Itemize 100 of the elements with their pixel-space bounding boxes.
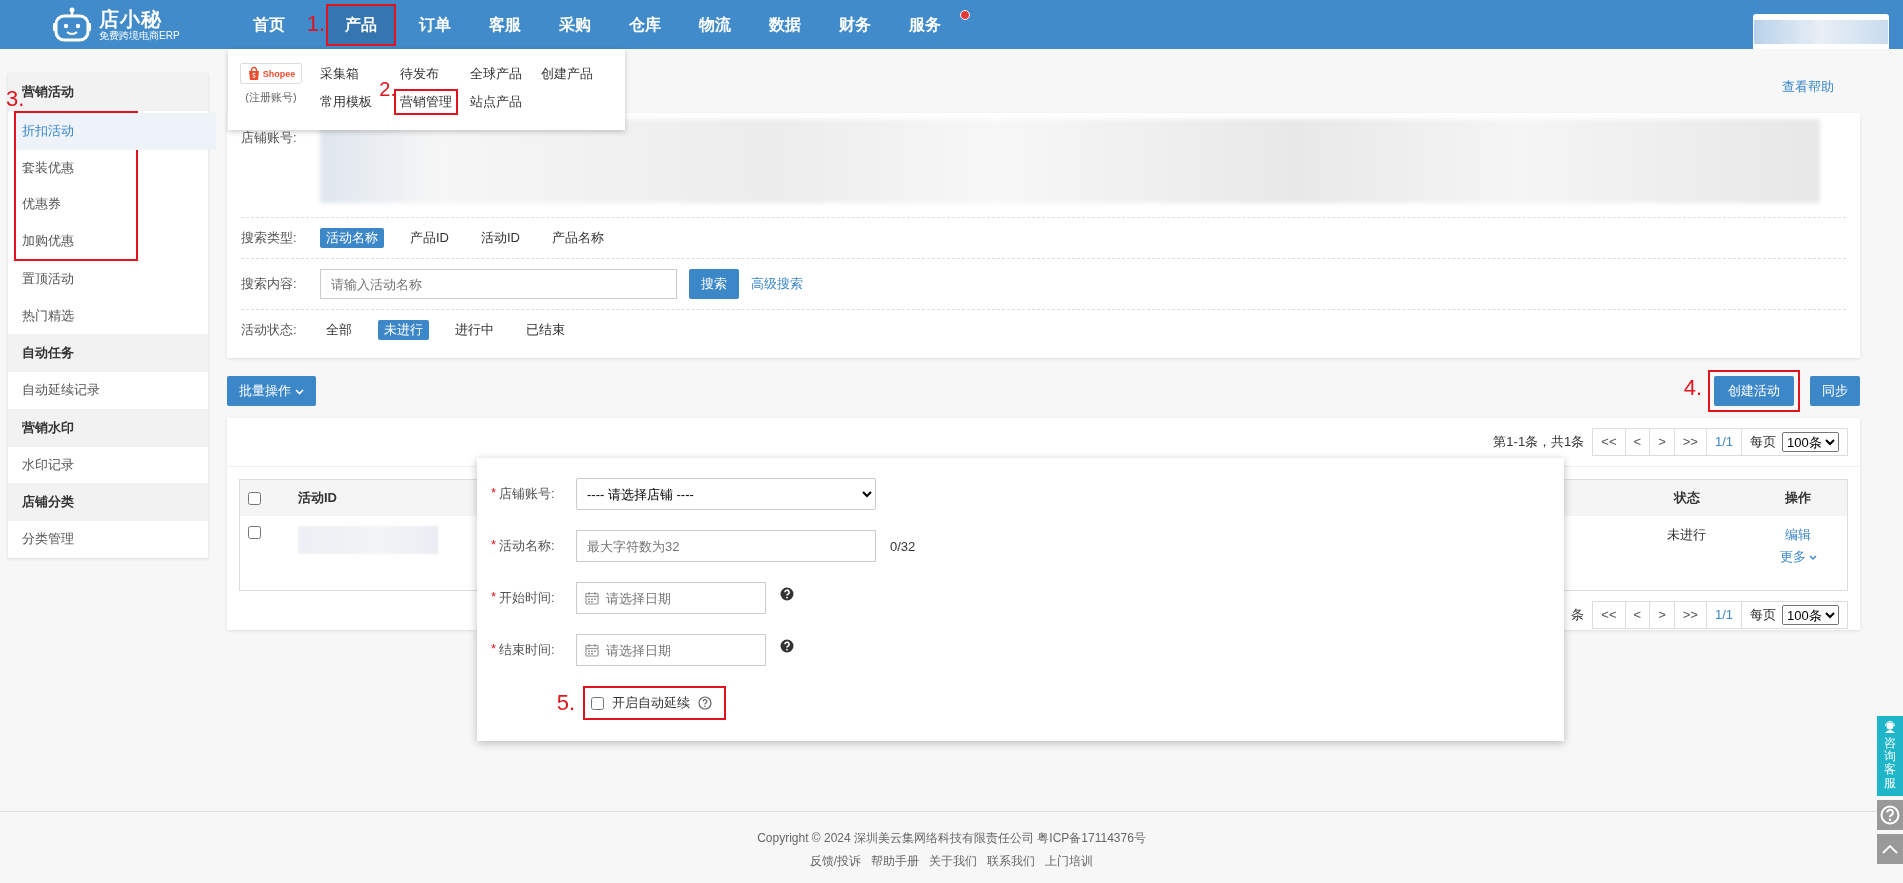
nav-tab[interactable]: 物流	[699, 5, 731, 44]
help-link[interactable]: 查看帮助	[1782, 77, 1834, 103]
page-button[interactable]: <<	[1593, 602, 1626, 628]
help-button[interactable]	[1877, 800, 1903, 830]
per-page-label: 每页	[1750, 433, 1776, 451]
sidebar-heading: 店铺分类	[8, 483, 208, 521]
logo-tagline: 免费跨境电商ERP	[99, 29, 180, 42]
per-page-label: 每页	[1750, 606, 1776, 624]
required-mark: *	[491, 589, 497, 606]
nav-tab[interactable]: 服务	[909, 5, 941, 44]
more-link[interactable]: 更多	[1779, 548, 1817, 566]
sidebar-item[interactable]: 分类管理	[8, 521, 208, 558]
filter-option[interactable]: 产品ID	[404, 228, 455, 248]
filter-option[interactable]: 进行中	[449, 320, 500, 340]
search-field[interactable]: 请输入活动名称	[320, 269, 677, 299]
required-mark: *	[491, 641, 497, 658]
logo-name: 店小秘	[99, 7, 163, 30]
page-button[interactable]: >	[1650, 602, 1675, 628]
field-label: 活动名称:	[499, 537, 555, 555]
nav-tab[interactable]: 订单	[419, 5, 451, 44]
chevron-up-icon	[1881, 842, 1899, 856]
footer-link[interactable]: 联系我们	[987, 853, 1036, 870]
annotation-number: 4.	[1683, 376, 1702, 400]
checkbox[interactable]	[591, 696, 604, 710]
chevron-down-icon	[295, 387, 304, 395]
current-page[interactable]: 1/1	[1706, 602, 1742, 628]
sync-button[interactable]: 同步	[1810, 376, 1860, 406]
sidebar-item[interactable]: 热门精选	[8, 297, 208, 334]
character-counter: 0/32	[890, 538, 916, 554]
menu-link[interactable]: 待发布	[400, 63, 470, 84]
help-icon	[698, 696, 712, 710]
checkbox[interactable]	[248, 491, 261, 505]
search-button[interactable]: 搜索	[689, 269, 739, 299]
sidebar-item[interactable]: 优惠券	[16, 186, 136, 223]
page-button[interactable]: <<	[1593, 429, 1626, 455]
current-page[interactable]: 1/1	[1706, 429, 1742, 455]
checkbox-label: 开启自动延续	[612, 694, 690, 712]
nav-tab[interactable]: 仓库	[629, 5, 661, 44]
footer-link[interactable]: 上门培训	[1045, 853, 1094, 870]
column-header: 状态	[1673, 489, 1700, 507]
chevron-down-icon	[1808, 553, 1817, 561]
filter-option[interactable]: 全部	[320, 320, 358, 340]
brand-name: Shopee	[262, 68, 296, 79]
page-button[interactable]: <	[1625, 602, 1651, 628]
field-label: 搜索内容:	[241, 275, 298, 293]
store-select[interactable]: ---- 请选择店铺 ----	[576, 478, 876, 510]
footer-link[interactable]: 关于我们	[929, 853, 978, 870]
filter-option[interactable]: 未进行	[378, 320, 429, 340]
advanced-search-link[interactable]: 高级搜索	[751, 275, 803, 293]
menu-link[interactable]: 站点产品	[470, 92, 541, 113]
page-button[interactable]: <	[1625, 429, 1651, 455]
sidebar-item[interactable]: 折扣活动	[16, 113, 216, 150]
nav-tab[interactable]: 数据	[769, 5, 801, 44]
menu-link[interactable]: 营销管理	[400, 94, 452, 110]
sidebar-heading: 营销水印	[8, 408, 208, 447]
per-page-select[interactable]: 100条	[1782, 605, 1839, 625]
edit-link[interactable]: 编辑	[1785, 526, 1811, 544]
nav-tab[interactable]: 产品	[328, 5, 394, 44]
annotation-number: 2.	[379, 77, 396, 102]
activity-name-field[interactable]: 最大字符数为32	[576, 530, 876, 562]
filter-option[interactable]: 产品名称	[546, 228, 610, 248]
field-label: 活动状态:	[241, 321, 298, 339]
date-field[interactable]: 请选择日期	[576, 634, 766, 666]
sidebar-item[interactable]: 水印记录	[8, 446, 208, 483]
sidebar-heading: 自动任务	[8, 334, 208, 372]
column-header: 操作	[1785, 489, 1811, 507]
date-field[interactable]: 请选择日期	[576, 582, 766, 614]
page-button[interactable]: >>	[1674, 429, 1707, 455]
field-label: 店铺账号:	[241, 129, 298, 147]
nav-tab[interactable]: 采购	[559, 5, 591, 44]
field-label: 搜索类型:	[241, 229, 298, 247]
field-label: 开始时间:	[499, 589, 555, 607]
filter-option[interactable]: 活动名称	[320, 228, 384, 248]
shopee-logo[interactable]: Shopee	[239, 63, 303, 84]
robot-logo-icon	[53, 6, 91, 43]
field-label: 店铺账号:	[499, 485, 555, 503]
nav-tab[interactable]: 客服	[489, 5, 521, 44]
headset-icon	[1884, 721, 1896, 733]
nav-tab[interactable]: 首页	[253, 5, 285, 44]
footer-link[interactable]: 反馈/投诉	[809, 853, 862, 870]
sidebar-item[interactable]: 自动延续记录	[8, 372, 208, 409]
sidebar-item[interactable]: 置顶活动	[8, 261, 208, 298]
menu-link[interactable]: 全球产品	[470, 63, 541, 84]
column-header: 活动ID	[298, 489, 337, 507]
checkbox[interactable]	[248, 526, 261, 539]
footer-link[interactable]: 帮助手册	[871, 853, 920, 870]
required-mark: *	[491, 537, 497, 554]
nav-tab[interactable]: 财务	[839, 5, 871, 44]
page-button[interactable]: >	[1650, 429, 1675, 455]
account-note: (注册账号)	[245, 90, 297, 105]
batch-actions-button[interactable]: 批量操作	[227, 376, 316, 406]
sidebar-item[interactable]: 加购优惠	[16, 222, 136, 259]
menu-link[interactable]: 创建产品	[541, 63, 611, 84]
filter-option[interactable]: 活动ID	[475, 228, 526, 248]
create-activity-button[interactable]: 创建活动	[1714, 376, 1794, 406]
page-button[interactable]: >>	[1674, 602, 1707, 628]
filter-option[interactable]: 已结束	[520, 320, 571, 340]
sidebar-item[interactable]: 套装优惠	[16, 149, 136, 186]
back-to-top-button[interactable]	[1877, 834, 1903, 864]
per-page-select[interactable]: 100条	[1782, 432, 1839, 452]
